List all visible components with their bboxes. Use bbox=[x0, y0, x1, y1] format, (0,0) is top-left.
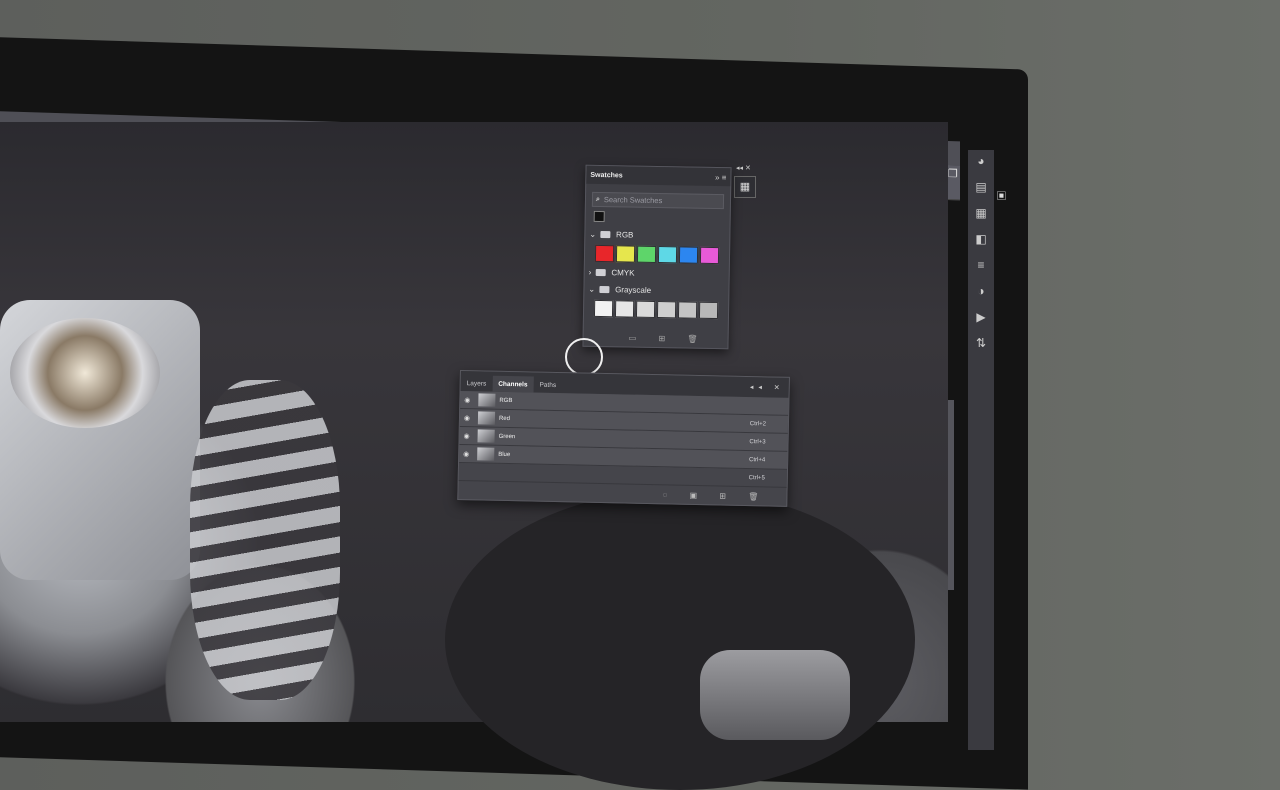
channel-name: Green bbox=[498, 433, 516, 440]
side-toolbar-icon-3[interactable]: ◧ bbox=[968, 232, 994, 254]
swatch-row bbox=[593, 299, 728, 320]
swatch-group-rgb[interactable]: ⌄ RGB bbox=[585, 226, 729, 246]
tab-paths[interactable]: Paths bbox=[533, 382, 562, 394]
side-toolbar-icon-2[interactable]: ▦ bbox=[968, 206, 994, 228]
photo-disc bbox=[445, 490, 915, 790]
swatches-panel: Swatches » ≡ ⌕ Search Swatches ⌄ RGB › CMYK… bbox=[582, 164, 732, 350]
search-placeholder: Search Swatches bbox=[603, 195, 663, 206]
photo-cog bbox=[190, 380, 340, 700]
swatch-row bbox=[594, 244, 729, 265]
swatch-chip[interactable] bbox=[656, 301, 677, 319]
side-toolbar-icon-7[interactable]: ⇅ bbox=[968, 336, 994, 358]
channel-shortcut: Ctrl+2 bbox=[749, 420, 767, 427]
right-panel-toolbar: ◕ ▤ ▦ ◧ ≡ ◑ ▶ ⇅ bbox=[968, 150, 994, 750]
channel-thumbnail bbox=[477, 411, 496, 425]
swatch-chip[interactable] bbox=[657, 246, 678, 264]
chevron-icon[interactable]: › bbox=[589, 268, 592, 277]
swatch-chip[interactable] bbox=[635, 300, 656, 318]
swatch-chip[interactable] bbox=[699, 246, 720, 265]
eye-icon[interactable]: ◉ bbox=[459, 450, 473, 458]
channels-panel: Layers Channels Paths ◂◂ ✕ ◉ RGB ◉ Red Ctrl+2 ◉ G… bbox=[457, 370, 790, 507]
chevron-icon[interactable]: ⌄ bbox=[589, 230, 596, 239]
swatch-chip[interactable] bbox=[677, 301, 698, 319]
search-icon: ⌕ bbox=[595, 195, 600, 203]
channel-shortcut: Ctrl+5 bbox=[748, 474, 765, 481]
panel-menu-icon[interactable]: » ≡ bbox=[715, 173, 726, 182]
swatch-chip[interactable] bbox=[593, 299, 614, 318]
canvas-scrollbar[interactable] bbox=[948, 400, 954, 590]
side-toolbar-icon-6[interactable]: ▶ bbox=[968, 310, 994, 332]
brush-cursor bbox=[565, 338, 603, 376]
folder-icon bbox=[600, 231, 611, 239]
swatch-groups: ⌄ RGB › CMYK ⌄ Grayscale bbox=[584, 226, 730, 320]
tab-swatches[interactable]: Swatches bbox=[590, 171, 622, 179]
tab-channels[interactable]: Channels bbox=[492, 375, 534, 393]
side-toolbar-icon-1[interactable]: ▤ bbox=[968, 180, 994, 202]
swatch-chip[interactable] bbox=[594, 244, 615, 263]
channel-thumbnail bbox=[478, 393, 496, 407]
channels-footer-icons[interactable]: ◌ ▣ ⊞ 🗑 bbox=[662, 490, 768, 501]
eye-icon[interactable]: ◉ bbox=[460, 414, 474, 422]
collapse-close-icon[interactable]: ◂◂ ✕ bbox=[750, 383, 789, 398]
swatch-chip[interactable] bbox=[614, 300, 635, 318]
swatches-grid-icon[interactable]: ▦ bbox=[734, 176, 756, 198]
swatches-footer-icons[interactable]: ▭ ⊞ 🗑 bbox=[629, 334, 708, 344]
swatch-group-label: Grayscale bbox=[615, 285, 652, 295]
swatch-chip[interactable] bbox=[636, 245, 657, 263]
photo-shaft bbox=[700, 650, 850, 740]
channel-shortcut: Ctrl+4 bbox=[748, 456, 766, 463]
swatch-chip[interactable] bbox=[678, 246, 699, 264]
channel-thumbnail bbox=[477, 447, 495, 461]
swatch-group-label: RGB bbox=[616, 230, 634, 240]
folder-icon bbox=[595, 268, 606, 277]
channel-name: RGB bbox=[499, 397, 513, 404]
swatch-chip[interactable] bbox=[615, 245, 636, 263]
eye-icon[interactable]: ◉ bbox=[460, 396, 474, 404]
swatch-group-grayscale[interactable]: ⌄ Grayscale bbox=[584, 281, 728, 301]
search-swatches-input[interactable]: ⌕ Search Swatches bbox=[591, 191, 725, 210]
photo-bearing-hole bbox=[10, 318, 160, 428]
channel-thumbnail bbox=[477, 429, 495, 443]
side-toolbar-icon-5[interactable]: ◑ bbox=[968, 284, 994, 306]
side-toolbar-icon-0[interactable]: ◕ bbox=[968, 154, 994, 176]
channel-list: ◉ RGB ◉ Red Ctrl+2 ◉ Green Ctrl+3 ◉ Blue Ctrl+4 Ctr… bbox=[458, 391, 789, 488]
swatch-group-label: CMYK bbox=[611, 268, 635, 278]
channel-name: Blue bbox=[498, 451, 511, 458]
close-icon[interactable]: ◂◂ ✕ bbox=[736, 164, 751, 172]
swatch-chip[interactable] bbox=[698, 301, 719, 320]
side-toolbar-icon-4[interactable]: ≡ bbox=[968, 258, 994, 280]
channel-shortcut: Ctrl+3 bbox=[749, 438, 766, 445]
eye-icon[interactable]: ◉ bbox=[460, 432, 474, 440]
folder-icon bbox=[599, 285, 610, 294]
channel-name: Red bbox=[498, 415, 511, 422]
tab-layers[interactable]: Layers bbox=[461, 380, 493, 392]
chevron-icon[interactable]: ⌄ bbox=[588, 285, 595, 294]
recent-swatch[interactable] bbox=[593, 210, 605, 223]
